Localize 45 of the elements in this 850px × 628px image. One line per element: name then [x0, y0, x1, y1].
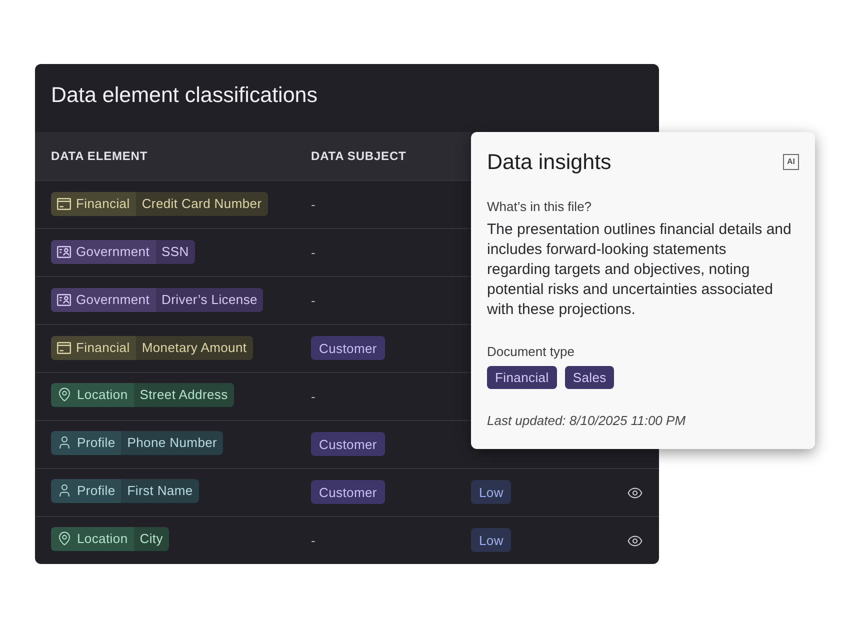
- popover-title: Data insights: [487, 149, 612, 176]
- category-label: Profile: [77, 482, 116, 500]
- subject-text: -: [311, 388, 316, 404]
- element-name: Credit Card Number: [136, 192, 268, 216]
- sensitivity-tag: Low: [471, 528, 512, 552]
- document-type-tag: Sales: [564, 366, 614, 389]
- category-label: Government: [76, 290, 150, 309]
- subject-text: -: [311, 196, 316, 212]
- card-icon: [57, 198, 71, 210]
- category-label: Financial: [76, 338, 130, 357]
- column-header: DATA ELEMENT: [51, 148, 149, 165]
- element-name: Driver’s License: [156, 288, 264, 312]
- category-label: Government: [76, 242, 150, 261]
- document-type-tag: Financial: [487, 366, 557, 389]
- subject-tag: Customer: [311, 336, 385, 360]
- ai-tag: AI: [783, 154, 799, 170]
- column-header: DATA SUBJECT: [311, 148, 408, 165]
- map-pin-icon: [57, 531, 72, 546]
- subject-text: -: [311, 532, 316, 548]
- category-label: Location: [77, 530, 128, 548]
- element-name: City: [134, 526, 169, 551]
- sensitivity-tag: Low: [471, 480, 512, 504]
- subject-text: -: [311, 292, 316, 308]
- element-name: Street Address: [134, 382, 234, 407]
- category-label: Location: [77, 386, 128, 404]
- element-name: Phone Number: [121, 430, 224, 455]
- table-title: Data element classifications: [51, 82, 318, 109]
- subject-tag: Customer: [311, 432, 385, 456]
- id-card-icon: [57, 294, 71, 306]
- category-label: Financial: [76, 194, 130, 213]
- element-name: SSN: [156, 240, 195, 264]
- category-label: Profile: [77, 434, 116, 452]
- card-icon: [57, 342, 71, 354]
- summary-text: The presentation outlines financial details and includes forward-looking statements regarding targets and objectives, noting potential risks and uncertainties associated with these projections.: [487, 220, 792, 320]
- id-card-icon: [57, 246, 71, 258]
- element-name: Monetary Amount: [136, 336, 253, 360]
- person-icon: [57, 435, 72, 450]
- map-pin-icon: [57, 387, 72, 402]
- person-icon: [57, 483, 72, 498]
- subject-tag: Customer: [311, 480, 385, 504]
- section-label: Document type: [487, 343, 576, 361]
- subject-text: -: [311, 244, 316, 260]
- element-name: First Name: [121, 478, 199, 503]
- last-updated-text: Last updated: 8/10/2025 11:00 PM: [487, 412, 687, 430]
- section-label: What’s in this file?: [487, 198, 593, 216]
